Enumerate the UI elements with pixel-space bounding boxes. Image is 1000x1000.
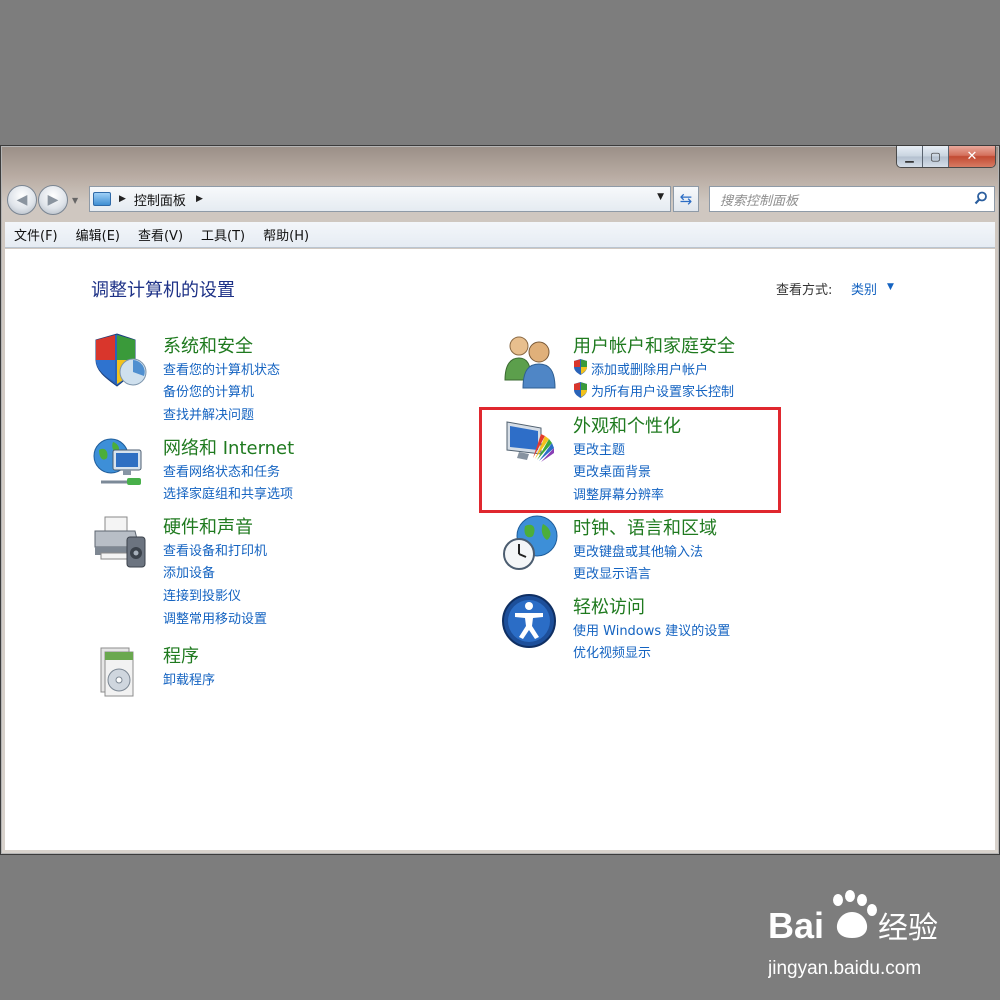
- menu-edit[interactable]: 编辑(E): [67, 225, 129, 244]
- menu-bar: 文件(F) 编辑(E) 查看(V) 工具(T) 帮助(H): [5, 222, 995, 248]
- view-by-dropdown[interactable]: 类别: [851, 279, 877, 298]
- ease-of-access-icon: [502, 594, 556, 648]
- caption-buttons: ▁ ▢ ✕: [896, 146, 996, 168]
- menu-view[interactable]: 查看(V): [129, 225, 192, 244]
- category-title[interactable]: 硬件和声音: [163, 513, 253, 539]
- maximize-button[interactable]: ▢: [923, 146, 949, 167]
- watermark-brand: Bai: [768, 905, 824, 946]
- search-input[interactable]: 搜索控制面板: [709, 186, 995, 212]
- baidu-paw-logo: Bai 经验 jingyan.baidu.com: [767, 890, 938, 979]
- menu-help[interactable]: 帮助(H): [254, 225, 318, 244]
- category-title[interactable]: 时钟、语言和区域: [573, 514, 717, 540]
- clock-globe-icon: [503, 515, 558, 570]
- breadcrumb-separator-icon[interactable]: ▶: [196, 194, 203, 204]
- refresh-button[interactable]: ⇆: [673, 186, 699, 212]
- menu-tools[interactable]: 工具(T): [192, 225, 254, 244]
- breadcrumb-control-panel[interactable]: 控制面板: [134, 190, 186, 209]
- link-change-display-language[interactable]: 更改显示语言: [573, 563, 651, 582]
- watermark-url: jingyan.baidu.com: [768, 958, 921, 978]
- shield-icon: [95, 333, 147, 387]
- network-globe-icon: [93, 438, 142, 485]
- breadcrumb-separator-icon[interactable]: ▶: [119, 194, 126, 204]
- uac-shield-icon: [574, 359, 587, 375]
- link-backup-computer[interactable]: 备份您的计算机: [163, 381, 254, 400]
- link-troubleshoot[interactable]: 查找并解决问题: [163, 404, 254, 423]
- category-title[interactable]: 网络和 Internet: [163, 434, 294, 460]
- recent-pages-dropdown[interactable]: ▼: [72, 196, 78, 205]
- link-mobility-settings[interactable]: 调整常用移动设置: [163, 608, 267, 627]
- forward-button[interactable]: ▶: [38, 185, 68, 215]
- address-dropdown-icon[interactable]: ▼: [657, 192, 664, 202]
- view-by-caret-icon[interactable]: ▼: [887, 282, 894, 292]
- navigation-buttons: ◀ ▶ ▼: [7, 184, 81, 216]
- control-panel-window: ▁ ▢ ✕ ◀ ▶ ▼ ▶ 控制面板 ▶ ▼ ⇆ 搜索控制面板 文件(F) 编辑…: [0, 145, 1000, 855]
- search-icon[interactable]: [974, 191, 988, 205]
- back-button[interactable]: ◀: [7, 185, 37, 215]
- category-title[interactable]: 用户帐户和家庭安全: [573, 332, 735, 358]
- link-network-status[interactable]: 查看网络状态和任务: [163, 461, 280, 480]
- link-uninstall-program[interactable]: 卸载程序: [163, 669, 215, 688]
- users-icon: [504, 336, 556, 389]
- link-change-keyboard-input[interactable]: 更改键盘或其他输入法: [573, 541, 703, 560]
- close-button[interactable]: ✕: [949, 146, 995, 167]
- link-optimize-video-display[interactable]: 优化视频显示: [573, 642, 651, 661]
- link-connect-projector[interactable]: 连接到投影仪: [163, 585, 241, 604]
- link-add-device[interactable]: 添加设备: [163, 562, 215, 581]
- programs-icon: [100, 647, 134, 697]
- address-bar[interactable]: ▶ 控制面板 ▶ ▼: [89, 186, 671, 212]
- link-devices-printers[interactable]: 查看设备和打印机: [163, 540, 267, 559]
- highlight-box: [479, 407, 781, 513]
- link-add-remove-accounts[interactable]: 添加或删除用户帐户: [591, 359, 708, 378]
- baidu-jingyan-watermark: Bai 经验 jingyan.baidu.com: [767, 888, 953, 979]
- link-windows-recommended-settings[interactable]: 使用 Windows 建议的设置: [573, 620, 730, 639]
- uac-shield-icon: [574, 382, 587, 398]
- page-title: 调整计算机的设置: [91, 280, 235, 301]
- menu-file[interactable]: 文件(F): [5, 225, 67, 244]
- view-by-label: 查看方式:: [776, 283, 833, 298]
- link-parental-controls[interactable]: 为所有用户设置家长控制: [591, 381, 734, 400]
- category-title[interactable]: 程序: [163, 642, 199, 668]
- watermark-brand-suffix: 经验: [878, 911, 938, 946]
- category-title[interactable]: 系统和安全: [163, 332, 253, 358]
- control-panel-icon: [93, 192, 111, 206]
- link-homegroup-sharing[interactable]: 选择家庭组和共享选项: [163, 483, 293, 502]
- minimize-button[interactable]: ▁: [897, 146, 923, 167]
- content-pane: 调整计算机的设置 查看方式: 类别 ▼ 系统和安全 查看您的计算机状态 备份您的…: [5, 249, 995, 850]
- search-placeholder: 搜索控制面板: [720, 193, 799, 209]
- category-title[interactable]: 轻松访问: [573, 593, 645, 619]
- link-view-computer-status[interactable]: 查看您的计算机状态: [163, 359, 280, 378]
- printer-icon: [94, 516, 146, 568]
